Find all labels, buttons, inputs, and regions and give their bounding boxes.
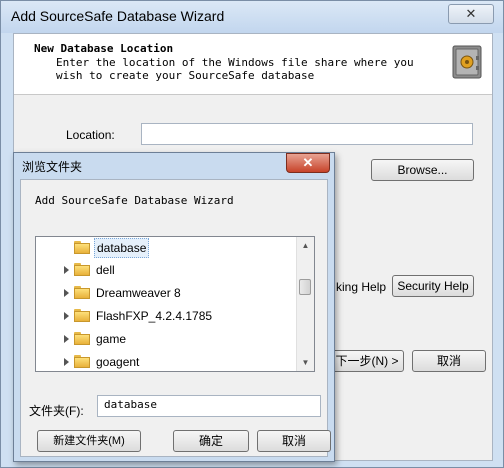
new-folder-button[interactable]: 新建文件夹(M): [37, 430, 141, 452]
wizard-header-description: Enter the location of the Windows file s…: [56, 56, 414, 82]
wizard-header-title: New Database Location: [34, 42, 174, 55]
close-icon: ✕: [302, 155, 314, 170]
tree-item-label: game: [96, 332, 127, 346]
folder-icon: [74, 355, 90, 368]
wizard-title: Add SourceSafe Database Wizard: [11, 8, 225, 24]
scroll-thumb[interactable]: [299, 279, 311, 295]
tree-item-flashfxp[interactable]: FlashFXP_4.2.4.1785: [36, 306, 296, 326]
browse-dialog-close-button[interactable]: ✕: [286, 153, 330, 173]
scroll-down-icon[interactable]: ▼: [297, 354, 314, 371]
folder-icon: [74, 309, 90, 322]
checking-help-button-partial[interactable]: king Help: [336, 280, 386, 294]
tree-item-label: FlashFXP_4.2.4.1785: [96, 309, 213, 323]
security-help-button[interactable]: Security Help: [392, 275, 474, 297]
tree-item-label: Dreamweaver 8: [96, 286, 181, 300]
ok-button[interactable]: 确定: [173, 430, 249, 452]
cancel-button[interactable]: 取消: [257, 430, 331, 452]
tree-item-label: goagent: [96, 355, 140, 369]
expand-arrow-icon[interactable]: [64, 358, 69, 366]
scroll-up-icon[interactable]: ▲: [297, 237, 314, 254]
expand-arrow-icon[interactable]: [64, 312, 69, 320]
tree-item-database[interactable]: database: [36, 238, 296, 258]
tree-item-game[interactable]: game: [36, 329, 296, 349]
folder-icon: [74, 286, 90, 299]
folder-icon: [74, 263, 90, 276]
folder-tree[interactable]: database dell Dreamweaver 8 FlashFXP_4.2…: [35, 236, 315, 372]
wizard-cancel-button[interactable]: 取消: [412, 350, 486, 372]
tree-item-dell[interactable]: dell: [36, 260, 296, 280]
tree-item-goagent[interactable]: goagent: [36, 352, 296, 371]
wizard-header: New Database Location Enter the location…: [14, 34, 492, 95]
browse-dialog-titlebar: 浏览文件夹 ✕: [14, 153, 334, 179]
browse-dialog-title: 浏览文件夹: [22, 160, 83, 174]
wizard-titlebar: Add SourceSafe Database Wizard ✕: [1, 1, 503, 33]
folder-icon: [74, 332, 90, 345]
safe-icon: [452, 45, 482, 79]
expand-arrow-icon[interactable]: [64, 289, 69, 297]
folder-input[interactable]: database: [97, 395, 321, 417]
tree-item-dreamweaver[interactable]: Dreamweaver 8: [36, 283, 296, 303]
close-icon: ✕: [465, 6, 477, 21]
folder-icon: [74, 241, 90, 254]
expand-arrow-icon[interactable]: [64, 335, 69, 343]
folder-label: 文件夹(F):: [29, 404, 84, 418]
next-button[interactable]: 下一步(N) >: [330, 350, 404, 372]
wizard-close-button[interactable]: ✕: [448, 4, 494, 24]
tree-item-label: dell: [96, 263, 115, 277]
tree-scrollbar[interactable]: ▲ ▼: [296, 237, 314, 371]
tree-item-label: database: [94, 238, 150, 258]
browse-folder-dialog: 浏览文件夹 ✕ Add SourceSafe Database Wizard d…: [13, 152, 335, 462]
location-input[interactable]: [141, 123, 473, 145]
browse-button[interactable]: Browse...: [371, 159, 474, 181]
browse-dialog-body: Add SourceSafe Database Wizard database …: [20, 179, 331, 457]
expand-arrow-icon[interactable]: [64, 266, 69, 274]
location-label: Location:: [66, 128, 115, 142]
browse-dialog-description: Add SourceSafe Database Wizard: [35, 194, 234, 207]
